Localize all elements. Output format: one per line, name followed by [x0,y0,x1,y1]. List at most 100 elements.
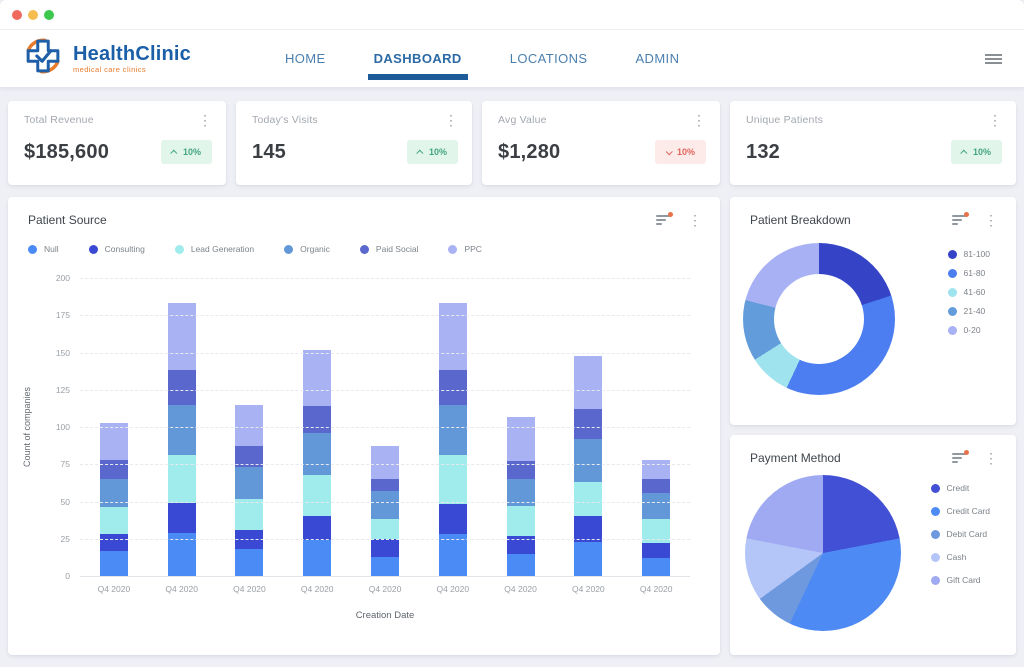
kebab-menu-icon[interactable]: ⋮ [984,214,998,226]
pie-legend-item: Cash [931,552,990,562]
kpi-delta-badge: 10% [655,140,706,164]
kebab-menu-icon[interactable]: ⋮ [198,114,212,126]
chevron-down-icon [666,148,673,155]
y-tick-label: 50 [61,497,70,507]
nav-item-locations[interactable]: LOCATIONS [508,41,590,76]
nav-item-home[interactable]: HOME [283,41,328,76]
filter-icon[interactable] [952,215,968,227]
stacked-bar[interactable] [303,350,331,576]
chart-title: Payment Method [750,451,841,465]
bar-segment-organic [303,433,331,475]
gridline [80,390,690,391]
bar-segment-null [303,540,331,576]
legend-label: Organic [300,244,330,254]
stacked-bar[interactable] [100,423,128,576]
stacked-bar[interactable] [642,460,670,576]
nav-item-dashboard[interactable]: DASHBOARD [372,41,464,76]
bar-segment-ppc [100,423,128,460]
payment-method-card: Payment Method ⋮ CreditCredit CardDebit … [730,435,1016,655]
x-axis-title: Creation Date [80,610,690,621]
filter-icon[interactable] [656,215,672,227]
legend-dot-icon [931,484,940,493]
legend-label: 0-20 [964,325,981,335]
bar-segment-consulting [439,504,467,534]
nav-item-admin[interactable]: ADMIN [633,41,681,76]
filter-icon[interactable] [952,453,968,465]
bar-segment-organic [574,439,602,482]
bar-segment-organic [235,467,263,498]
donut-legend-item: 61-80 [948,268,990,278]
gridline [80,502,690,503]
stacked-bar[interactable] [439,303,467,576]
bar-segment-null [439,534,467,576]
chart-title: Patient Source [28,213,107,227]
legend-dot-icon [931,530,940,539]
bar-segment-consulting [642,543,670,558]
kpi-delta-badge: 10% [161,140,212,164]
kebab-menu-icon[interactable]: ⋮ [688,214,702,226]
y-tick-label: 75 [61,459,70,469]
logo[interactable]: HealthClinic medical care clinics [22,35,191,82]
legend-dot-icon [448,245,457,254]
x-tick-label: Q4 2020 [216,584,284,594]
donut-legend-item: 41-60 [948,287,990,297]
legend-dot-icon [360,245,369,254]
kebab-menu-icon[interactable]: ⋮ [692,114,706,126]
donut-chart[interactable] [743,243,895,395]
y-tick-label: 200 [56,273,70,283]
kebab-menu-icon[interactable]: ⋮ [984,452,998,464]
x-tick-label: Q4 2020 [351,584,419,594]
legend-label: PPC [464,244,481,254]
kpi-delta-value: 10% [973,147,991,157]
bar-segment-paid-social [439,370,467,404]
legend-dot-icon [284,245,293,254]
stacked-bar[interactable] [507,417,535,576]
bar-segment-ppc [507,417,535,462]
kpi-card: Total Revenue⋮$185,60010% [8,101,226,185]
stacked-bar[interactable] [574,356,602,576]
legend-dot-icon [28,245,37,254]
pie-chart[interactable] [745,475,901,631]
bar-segment-paid-social [100,460,128,479]
bar-segment-null [507,554,535,576]
bar-legend-item: Null [28,244,59,254]
legend-dot-icon [948,326,957,335]
stacked-bar[interactable] [371,446,399,576]
pie-legend-item: Gift Card [931,575,990,585]
kpi-delta-badge: 10% [951,140,1002,164]
kpi-label: Avg Value [498,114,547,126]
gridline [80,278,690,279]
maximize-window-icon[interactable] [44,10,54,20]
bar-segment-lead-generation [168,455,196,503]
chevron-up-icon [170,149,177,156]
donut-legend-item: 21-40 [948,306,990,316]
bar-legend-item: Lead Generation [175,244,254,254]
bar-segment-lead-generation [507,506,535,536]
kebab-menu-icon[interactable]: ⋮ [988,114,1002,126]
hamburger-icon[interactable] [985,52,1002,66]
kpi-value: 132 [746,141,780,164]
chevron-up-icon [416,149,423,156]
bar-segment-ppc [235,405,263,447]
bar-segment-lead-generation [100,507,128,534]
stacked-bar[interactable] [235,405,263,576]
legend-label: Debit Card [947,529,988,539]
legend-label: 81-100 [964,249,990,259]
dashboard-content: Total Revenue⋮$185,60010%Today's Visits⋮… [0,87,1024,655]
bar-legend-item: Consulting [89,244,145,254]
x-tick-label: Q4 2020 [283,584,351,594]
kpi-value: $1,280 [498,141,560,164]
kpi-card: Today's Visits⋮14510% [236,101,472,185]
kebab-menu-icon[interactable]: ⋮ [444,114,458,126]
donut-legend-item: 0-20 [948,325,990,335]
kpi-value: 145 [252,141,286,164]
minimize-window-icon[interactable] [28,10,38,20]
chart-title: Patient Breakdown [750,213,851,227]
legend-label: 61-80 [964,268,986,278]
gridline [80,464,690,465]
bar-segment-lead-generation [439,455,467,504]
stacked-bar[interactable] [168,303,196,576]
close-window-icon[interactable] [12,10,22,20]
legend-dot-icon [931,507,940,516]
kpi-card: Unique Patients⋮13210% [730,101,1016,185]
